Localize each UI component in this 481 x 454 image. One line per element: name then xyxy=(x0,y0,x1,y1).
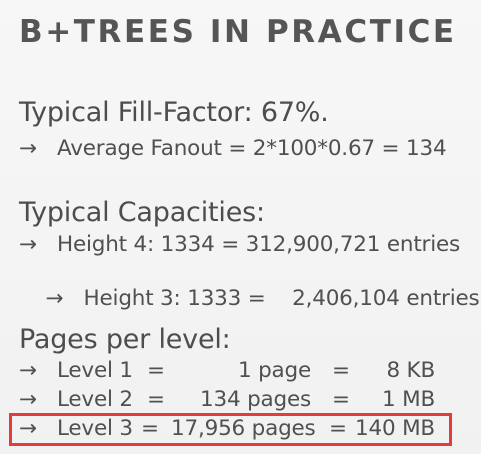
slide: B+TREES IN PRACTICE Typical Fill-Factor:… xyxy=(0,0,481,454)
level-pages: 1 page xyxy=(237,358,311,383)
level-label: Level 1 xyxy=(57,358,133,383)
fanout-text: Average Fanout = 2*100*0.67 = 134 xyxy=(57,136,447,161)
highlight-box xyxy=(9,413,452,446)
pages-per-level-heading: Pages per level: xyxy=(19,324,231,355)
arrow-icon: → xyxy=(19,387,37,412)
level-size: 1 MB xyxy=(381,387,435,412)
level-row: → Level 2 = 134 pages = 1 MB xyxy=(19,387,469,415)
level-equals: = xyxy=(147,387,165,412)
arrow-icon: → xyxy=(19,358,37,383)
level-size: 8 KB xyxy=(386,358,435,383)
level-label: Level 2 xyxy=(57,387,133,412)
arrow-icon: → xyxy=(19,232,37,257)
level-equals: = xyxy=(332,358,350,383)
capacity-text: Height 4: 1334 = 312,900,721 entries xyxy=(57,232,461,257)
fill-factor-heading: Typical Fill-Factor: 67%. xyxy=(19,97,329,128)
level-row: → Level 1 = 1 page = 8 KB xyxy=(19,358,469,386)
arrow-icon: → xyxy=(19,136,37,161)
capacities-heading: Typical Capacities: xyxy=(19,197,265,228)
capacity-line: → Height 4: 1334 = 312,900,721 entries xyxy=(19,232,460,257)
slide-title: B+TREES IN PRACTICE xyxy=(19,14,457,50)
capacity-text: Height 3: 1333 = 2,406,104 entries xyxy=(83,286,480,311)
level-equals: = xyxy=(332,387,350,412)
level-pages: 134 pages xyxy=(200,387,311,412)
arrow-icon: → xyxy=(45,286,64,311)
level-equals: = xyxy=(147,358,165,383)
fanout-line: → Average Fanout = 2*100*0.67 = 134 xyxy=(19,136,447,161)
